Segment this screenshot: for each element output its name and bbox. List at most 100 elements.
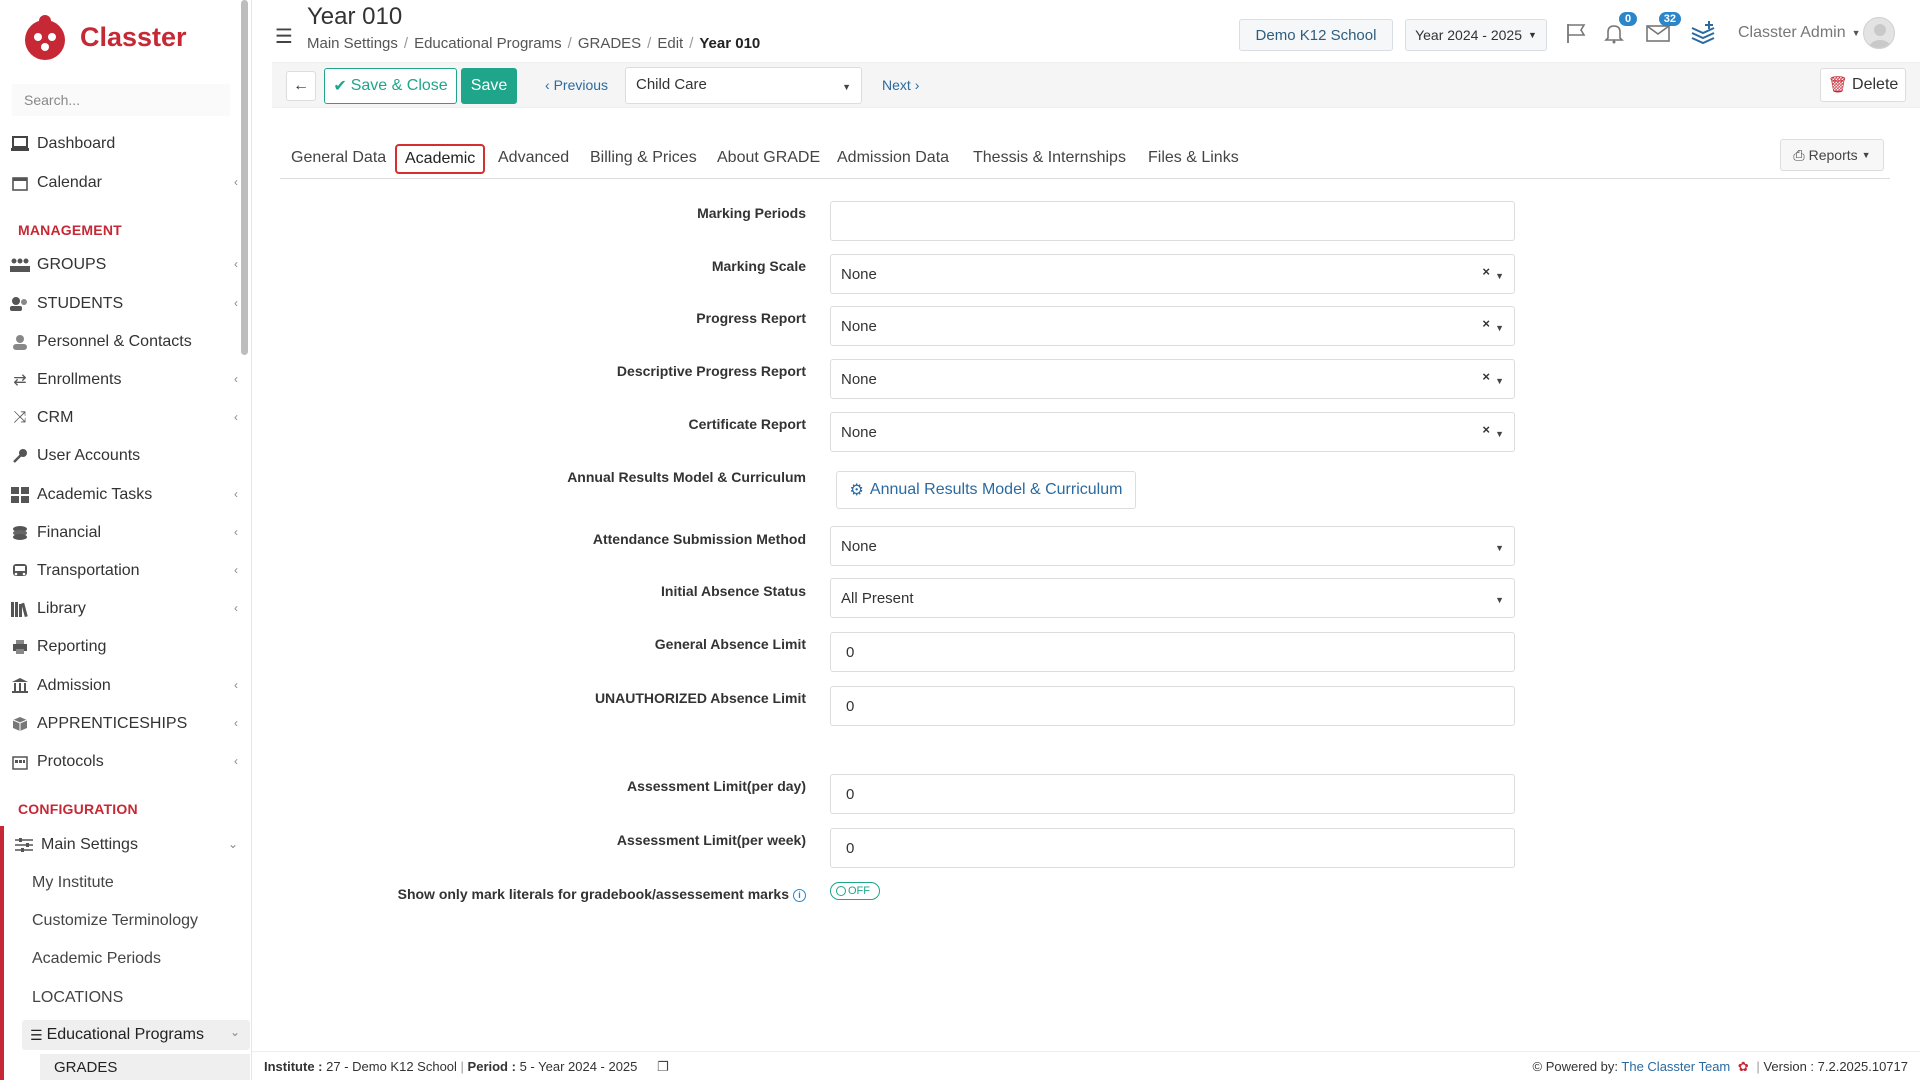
mark-literals-toggle[interactable]: OFF (830, 882, 880, 900)
assessment-limit-week-input[interactable]: 0 (830, 828, 1515, 868)
clear-icon[interactable]: × (1482, 369, 1490, 384)
breadcrumb-educational-programs[interactable]: Educational Programs (414, 35, 562, 52)
tab-files-links[interactable]: Files & Links (1148, 149, 1239, 167)
descriptive-progress-report-select[interactable]: None × ▼ (830, 359, 1515, 399)
sidebar-item-academic-tasks[interactable]: Academic Tasks ‹ (0, 478, 248, 512)
sidebar-item-transportation[interactable]: Transportation ‹ (0, 554, 248, 588)
sidebar-subitem-my-institute[interactable]: My Institute (32, 874, 114, 892)
clear-icon[interactable]: × (1482, 316, 1490, 331)
save-close-button[interactable]: ✔ Save & Close (324, 68, 457, 104)
sidebar-subitem-locations[interactable]: LOCATIONS (32, 989, 123, 1007)
sidebar-item-protocols[interactable]: Protocols ‹ (0, 745, 248, 779)
page-title: Year 010 (307, 3, 403, 30)
chevron-left-icon: ‹ (234, 487, 238, 501)
user-menu[interactable]: Classter Admin ▼ (1738, 24, 1861, 42)
sidebar-item-financial[interactable]: Financial ‹ (0, 516, 248, 550)
save-button[interactable]: Save (461, 68, 517, 104)
tab-about-grade[interactable]: About GRADE (717, 149, 820, 167)
certificate-report-value: None (841, 423, 877, 441)
footer: Institute : 27 - Demo K12 School | Perio… (252, 1051, 1920, 1080)
certificate-report-select[interactable]: None × ▼ (830, 412, 1515, 452)
tab-general-data[interactable]: General Data (291, 149, 386, 167)
sidebar-item-crm[interactable]: ⤨ CRM ‹ (0, 401, 248, 435)
progress-report-select[interactable]: None × ▼ (830, 306, 1515, 346)
period-label: Period : (467, 1059, 516, 1074)
descriptive-progress-report-value: None (841, 370, 877, 388)
list-icon: ☰ (30, 1026, 43, 1043)
back-button[interactable]: ← (286, 71, 316, 101)
general-absence-limit-input[interactable]: 0 (830, 632, 1515, 672)
chevron-left-icon: ‹ (234, 563, 238, 577)
notifications-bell-icon[interactable]: 0 (1601, 12, 1637, 46)
tab-billing-prices[interactable]: Billing & Prices (590, 149, 697, 167)
sidebar-item-students[interactable]: STUDENTS ‹ (0, 287, 248, 321)
sidebar-item-reporting[interactable]: Reporting (0, 630, 248, 664)
clear-icon[interactable]: × (1482, 422, 1490, 437)
chevron-left-icon: ‹ (234, 410, 238, 424)
sidebar-item-library[interactable]: Library ‹ (0, 592, 248, 626)
sidebar-item-enrollments[interactable]: ⇄ Enrollments ‹ (0, 363, 248, 397)
sidebar-subitem-educational-programs[interactable]: ☰ Educational Programs ⌄ (22, 1020, 250, 1050)
avatar[interactable] (1863, 17, 1895, 49)
layers-add-icon[interactable] (1690, 20, 1716, 46)
delete-button[interactable]: 🗑 Delete (1820, 68, 1906, 102)
info-icon[interactable]: i (793, 889, 806, 902)
check-icon: ✔ (333, 78, 347, 95)
sidebar-subitem-customize-terminology[interactable]: Customize Terminology (32, 912, 198, 930)
marking-scale-select[interactable]: None × ▼ (830, 254, 1515, 294)
unauthorized-absence-limit-label: UNAUTHORIZED Absence Limit (594, 690, 806, 706)
assessment-limit-day-input[interactable]: 0 (830, 774, 1515, 814)
breadcrumb-main-settings[interactable]: Main Settings (307, 35, 398, 52)
sidebar-search-input[interactable] (12, 84, 230, 116)
sidebar-item-label: Reporting (37, 638, 107, 655)
school-selector-button[interactable]: Demo K12 School (1239, 19, 1393, 51)
sidebar-item-main-settings[interactable]: Main Settings ⌄ (0, 828, 248, 862)
messages-envelope-icon[interactable]: 32 (1645, 12, 1681, 46)
chevron-left-icon: ‹ (234, 296, 238, 310)
breadcrumb-edit[interactable]: Edit (657, 35, 683, 52)
institute-label: Institute : (264, 1059, 323, 1074)
sidebar-item-dashboard[interactable]: Dashboard (0, 127, 248, 161)
initial-absence-select[interactable]: All Present ▼ (830, 578, 1515, 618)
chevron-right-icon: › (914, 77, 920, 93)
sidebar-item-label: Transportation (37, 562, 140, 579)
breadcrumb-grades[interactable]: GRADES (578, 35, 641, 52)
sidebar-subitem-academic-periods[interactable]: Academic Periods (32, 950, 161, 968)
sidebar-item-apprenticeships[interactable]: APPRENTICESHIPS ‹ (0, 707, 248, 741)
caret-down-icon: ▼ (1851, 28, 1861, 38)
hamburger-menu-icon[interactable]: ☰ (275, 24, 293, 49)
sidebar-item-admission[interactable]: Admission ‹ (0, 669, 248, 703)
bus-icon (10, 561, 30, 581)
sidebar-item-user-accounts[interactable]: User Accounts (0, 439, 248, 473)
tab-academic[interactable]: Academic (395, 144, 486, 174)
gears-icon: ⚙ (849, 482, 864, 499)
tab-thessis-internships[interactable]: Thessis & Internships (973, 149, 1126, 167)
tab-admission-data[interactable]: Admission Data (837, 149, 949, 167)
copy-icon[interactable]: ❐ (657, 1059, 669, 1074)
app-logo[interactable]: Classter (22, 10, 187, 65)
attendance-method-select[interactable]: None ▼ (830, 526, 1515, 566)
sidebar-item-label: STUDENTS (37, 295, 124, 312)
next-button[interactable]: Next › (882, 77, 919, 93)
classter-team-link[interactable]: The Classter Team (1621, 1059, 1730, 1074)
annual-results-button[interactable]: ⚙ Annual Results Model & Curriculum (836, 471, 1136, 509)
clear-icon[interactable]: × (1482, 264, 1490, 279)
year-selector-button[interactable]: Year 2024 - 2025 ▼ (1405, 19, 1547, 51)
caret-down-icon: ▼ (1495, 429, 1504, 439)
record-selector-combo[interactable]: Child Care ▼ (625, 67, 862, 104)
toolbar: ← ✔ Save & Close Save ‹ Previous Child C… (272, 62, 1920, 108)
save-close-label: Save & Close (350, 77, 448, 94)
reports-button[interactable]: ⎙ Reports ▼ (1780, 139, 1884, 171)
sidebar-item-personnel[interactable]: Personnel & Contacts (0, 325, 248, 359)
marking-periods-label: Marking Periods (697, 205, 806, 221)
sidebar-subitem-grades[interactable]: GRADES (40, 1054, 250, 1080)
chevron-left-icon: ‹ (234, 175, 238, 189)
flag-icon[interactable] (1563, 20, 1589, 46)
previous-button[interactable]: ‹ Previous (545, 77, 608, 93)
marking-periods-input[interactable] (830, 201, 1515, 241)
grid-icon (10, 485, 30, 505)
tab-advanced[interactable]: Advanced (498, 149, 569, 167)
sidebar-item-calendar[interactable]: Calendar ‹ (0, 166, 248, 200)
sidebar-item-groups[interactable]: GROUPS ‹ (0, 248, 248, 282)
unauthorized-absence-limit-input[interactable]: 0 (830, 686, 1515, 726)
